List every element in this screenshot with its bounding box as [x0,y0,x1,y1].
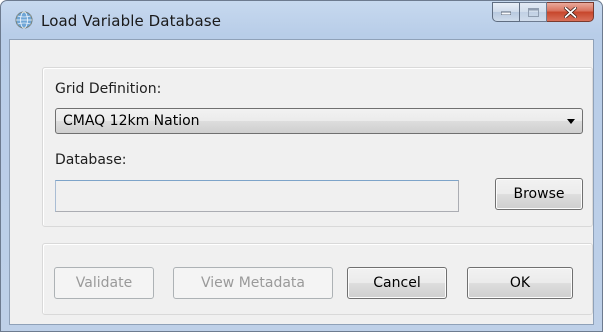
chevron-down-icon [567,119,575,124]
load-variable-database-dialog: Load Variable Database Grid Definition: … [0,0,603,332]
browse-button[interactable]: Browse [495,178,583,210]
window-controls [492,2,594,22]
dialog-body: Grid Definition: CMAQ 12km Nation Databa… [9,39,594,325]
grid-definition-value: CMAQ 12km Nation [63,113,200,129]
database-label: Database: [55,152,127,168]
grid-definition-label: Grid Definition: [55,81,162,97]
close-button[interactable] [547,2,594,22]
cancel-button[interactable]: Cancel [347,267,447,299]
globe-icon [15,11,33,29]
grid-definition-select[interactable]: CMAQ 12km Nation [55,108,583,134]
action-group: Validate View Metadata Cancel OK [42,243,593,315]
title-bar[interactable]: Load Variable Database [1,1,604,39]
minimize-icon [501,11,511,15]
view-metadata-button[interactable]: View Metadata [173,267,333,299]
minimize-button[interactable] [492,2,520,22]
ok-button[interactable]: OK [467,267,573,299]
dialog-title: Load Variable Database [41,12,222,30]
validate-button[interactable]: Validate [54,267,154,299]
maximize-icon [527,7,539,17]
input-group: Grid Definition: CMAQ 12km Nation Databa… [42,67,593,227]
close-icon [563,6,577,18]
database-input[interactable] [55,180,459,212]
maximize-button[interactable] [520,2,547,22]
